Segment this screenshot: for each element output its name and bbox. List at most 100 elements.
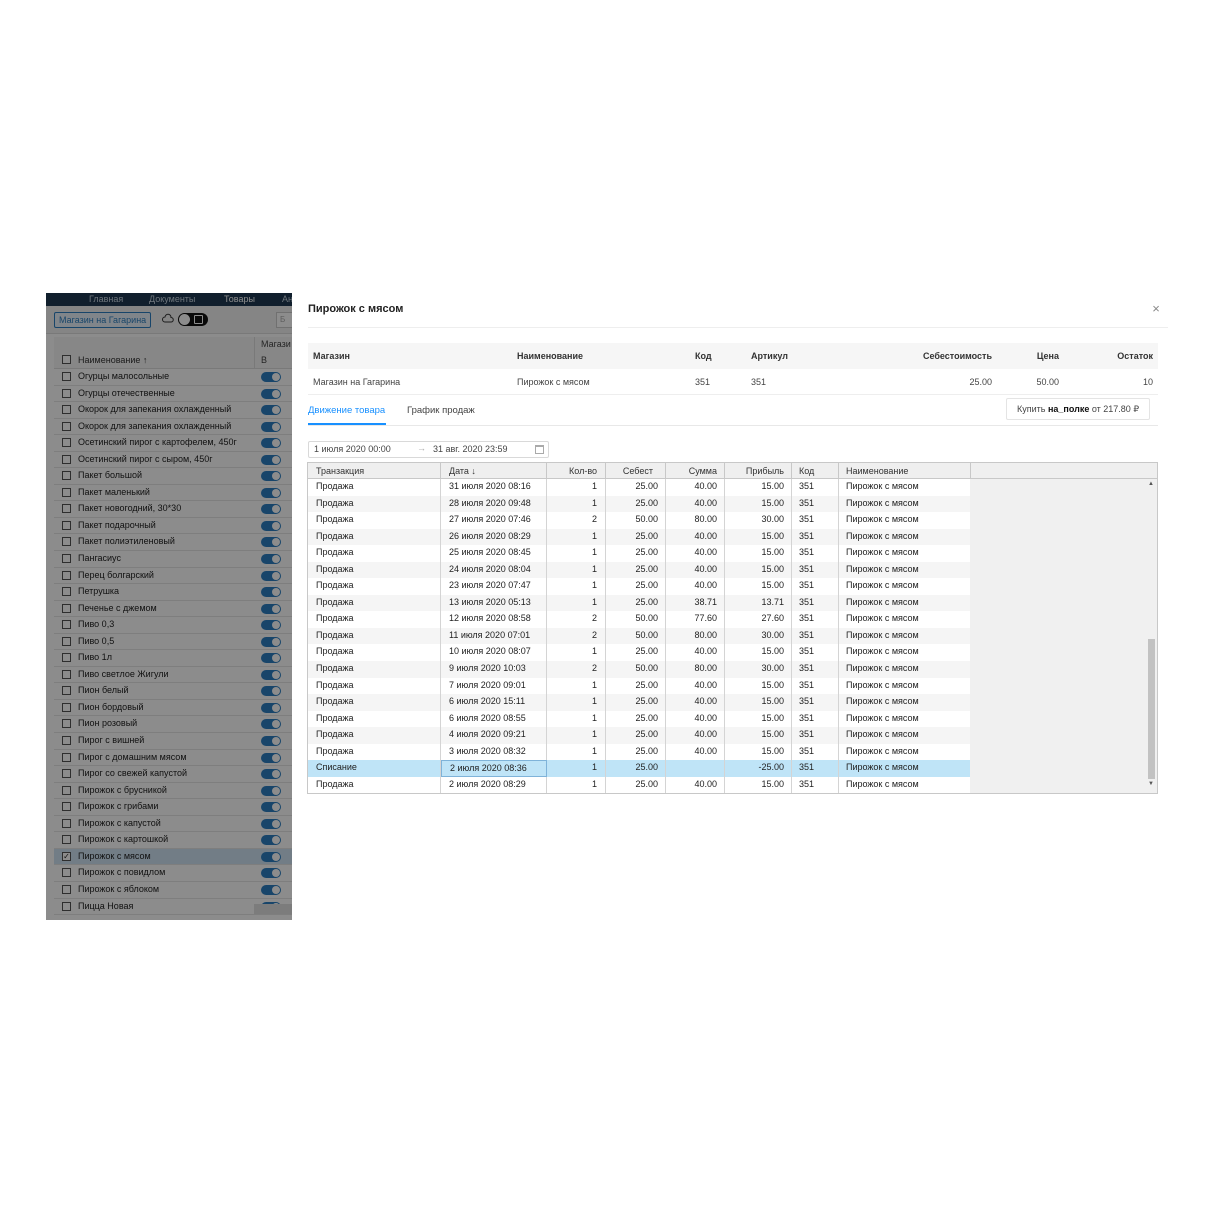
table-row[interactable]: Списание 2 июля 2020 08:36 1 25.00 -25.00 351… bbox=[308, 760, 971, 777]
cell-code: 351 bbox=[792, 545, 839, 562]
scroll-up-icon[interactable]: ▲ bbox=[1148, 481, 1154, 487]
cell-name: Пирожок с мясом bbox=[839, 743, 971, 761]
cell-cost: 25.00 bbox=[606, 594, 666, 612]
table-row[interactable]: Продажа 6 июля 2020 08:55 1 25.00 40.00 15.00… bbox=[308, 710, 971, 728]
cell-qty: 1 bbox=[547, 694, 606, 711]
info-header-code: Код bbox=[695, 351, 712, 361]
cell-transaction: Продажа bbox=[308, 644, 441, 662]
date-from-input[interactable]: 1 июля 2020 00:00 bbox=[314, 444, 391, 454]
cell-profit: 30.00 bbox=[725, 661, 792, 678]
cell-code: 351 bbox=[792, 677, 839, 695]
table-row[interactable]: Продажа 11 июля 2020 07:01 2 50.00 80.00 30.0… bbox=[308, 627, 971, 645]
table-row[interactable]: Продажа 26 июля 2020 08:29 1 25.00 40.00 15.0… bbox=[308, 528, 971, 546]
cell-sum: 40.00 bbox=[666, 479, 725, 496]
table-row[interactable]: Продажа 13 июля 2020 05:13 1 25.00 38.71 13.7… bbox=[308, 594, 971, 612]
info-header-cost: Себестоимость bbox=[922, 351, 992, 361]
cell-cost: 25.00 bbox=[606, 710, 666, 728]
cell-qty: 1 bbox=[547, 561, 606, 579]
buy-brand: на_полке bbox=[1047, 404, 1090, 414]
cell-code: 351 bbox=[792, 776, 839, 793]
table-row[interactable]: Продажа 3 июля 2020 08:32 1 25.00 40.00 15.00… bbox=[308, 743, 971, 761]
cell-cost: 25.00 bbox=[606, 677, 666, 695]
cell-cost: 50.00 bbox=[606, 611, 666, 628]
cell-date: 2 июля 2020 08:36 bbox=[441, 760, 547, 777]
cell-code: 351 bbox=[792, 528, 839, 546]
cell-profit: 30.00 bbox=[725, 627, 792, 645]
info-price: 50.00 bbox=[1036, 377, 1059, 387]
info-header-article: Артикул bbox=[751, 351, 788, 361]
table-row[interactable]: Продажа 9 июля 2020 10:03 2 50.00 80.00 30.00… bbox=[308, 661, 971, 678]
cell-sum: 77.60 bbox=[666, 611, 725, 628]
cell-code: 351 bbox=[792, 495, 839, 513]
cell-code: 351 bbox=[792, 479, 839, 496]
grid-header-qty[interactable]: Кол-во bbox=[547, 463, 606, 479]
table-row[interactable]: Продажа 7 июля 2020 09:01 1 25.00 40.00 15.00… bbox=[308, 677, 971, 695]
table-row[interactable]: Продажа 6 июля 2020 15:11 1 25.00 40.00 15.00… bbox=[308, 694, 971, 711]
cell-name: Пирожок с мясом bbox=[839, 512, 971, 529]
cell-date: 31 июля 2020 08:16 bbox=[441, 479, 547, 496]
cell-date: 4 июля 2020 09:21 bbox=[441, 727, 547, 744]
cell-cost: 50.00 bbox=[606, 661, 666, 678]
cell-name: Пирожок с мясом bbox=[839, 479, 971, 496]
cell-sum: 40.00 bbox=[666, 710, 725, 728]
arrow-right-icon: → bbox=[417, 443, 426, 453]
modal-backdrop[interactable] bbox=[46, 293, 292, 920]
cell-profit: 15.00 bbox=[725, 561, 792, 579]
table-row[interactable]: Продажа 4 июля 2020 09:21 1 25.00 40.00 15.00… bbox=[308, 727, 971, 744]
cell-qty: 1 bbox=[547, 710, 606, 728]
cell-sum: 80.00 bbox=[666, 661, 725, 678]
table-row[interactable]: Продажа 10 июля 2020 08:07 1 25.00 40.00 15.0… bbox=[308, 644, 971, 662]
buy-on-shelf-button[interactable]: Купить на_полке от 217.80 ₽ bbox=[1006, 398, 1151, 420]
table-row[interactable]: Продажа 28 июля 2020 09:48 1 25.00 40.00 15.0… bbox=[308, 495, 971, 513]
cell-date: 26 июля 2020 08:29 bbox=[441, 528, 547, 546]
cell-sum: 40.00 bbox=[666, 743, 725, 761]
grid-header-sum[interactable]: Сумма bbox=[666, 463, 725, 479]
cell-sum: 40.00 bbox=[666, 776, 725, 793]
grid-header-transaction[interactable]: Транзакция bbox=[308, 463, 441, 479]
movement-grid: Транзакция Дата ↓ Кол-во Себест Сумма Пр… bbox=[307, 462, 1158, 794]
close-icon[interactable]: × bbox=[1150, 302, 1162, 315]
table-row[interactable]: Продажа 31 июля 2020 08:16 1 25.00 40.00 15.0… bbox=[308, 479, 971, 496]
cell-date: 6 июля 2020 15:11 bbox=[441, 694, 547, 711]
cell-date: 10 июля 2020 08:07 bbox=[441, 644, 547, 662]
scroll-down-icon[interactable]: ▼ bbox=[1148, 781, 1154, 787]
grid-header-date[interactable]: Дата ↓ bbox=[441, 463, 547, 479]
scroll-thumb[interactable] bbox=[1148, 639, 1155, 779]
cell-name: Пирожок с мясом bbox=[839, 495, 971, 513]
table-row[interactable]: Продажа 2 июля 2020 08:29 1 25.00 40.00 15.00… bbox=[308, 776, 971, 793]
table-row[interactable]: Продажа 24 июля 2020 08:04 1 25.00 40.00 15.0… bbox=[308, 561, 971, 579]
date-to-input[interactable]: 31 авг. 2020 23:59 bbox=[433, 444, 508, 454]
grid-header-cost[interactable]: Себест bbox=[606, 463, 666, 479]
cell-transaction: Продажа bbox=[308, 561, 441, 579]
cell-name: Пирожок с мясом bbox=[839, 661, 971, 678]
cell-qty: 1 bbox=[547, 727, 606, 744]
grid-header-name[interactable]: Наименование bbox=[839, 463, 971, 479]
vertical-scrollbar[interactable]: ▲ ▼ bbox=[1146, 479, 1157, 793]
grid-header-code[interactable]: Код bbox=[792, 463, 839, 479]
grid-header-profit[interactable]: Прибыль bbox=[725, 463, 792, 479]
cell-profit: 27.60 bbox=[725, 611, 792, 628]
cell-date: 24 июля 2020 08:04 bbox=[441, 561, 547, 579]
cell-profit: 15.00 bbox=[725, 479, 792, 496]
cell-qty: 2 bbox=[547, 661, 606, 678]
cell-sum: 40.00 bbox=[666, 545, 725, 562]
buy-suffix: от 217.80 ₽ bbox=[1089, 404, 1140, 414]
table-row[interactable]: Продажа 27 июля 2020 07:46 2 50.00 80.00 30.0… bbox=[308, 512, 971, 529]
title-divider bbox=[308, 327, 1168, 328]
info-cost: 25.00 bbox=[969, 377, 992, 387]
modal-title: Пирожок с мясом bbox=[308, 303, 404, 315]
tab-product-movement[interactable]: Движение товара bbox=[308, 405, 385, 416]
table-row[interactable]: Продажа 25 июля 2020 08:45 1 25.00 40.00 15.0… bbox=[308, 545, 971, 562]
table-row[interactable]: Продажа 12 июля 2020 08:58 2 50.00 77.60 27.6… bbox=[308, 611, 971, 628]
cell-date: 2 июля 2020 08:29 bbox=[441, 776, 547, 793]
cell-code: 351 bbox=[792, 627, 839, 645]
calendar-icon[interactable] bbox=[535, 445, 544, 454]
cell-name: Пирожок с мясом bbox=[839, 561, 971, 579]
cell-cost: 25.00 bbox=[606, 760, 666, 777]
cell-date: 25 июля 2020 08:45 bbox=[441, 545, 547, 562]
tab-sales-chart[interactable]: График продаж bbox=[407, 405, 475, 416]
cell-profit: 15.00 bbox=[725, 578, 792, 595]
table-row[interactable]: Продажа 23 июля 2020 07:47 1 25.00 40.00 15.0… bbox=[308, 578, 971, 595]
cell-cost: 25.00 bbox=[606, 545, 666, 562]
date-range-picker[interactable]: 1 июля 2020 00:00 → 31 авг. 2020 23:59 bbox=[308, 441, 549, 458]
